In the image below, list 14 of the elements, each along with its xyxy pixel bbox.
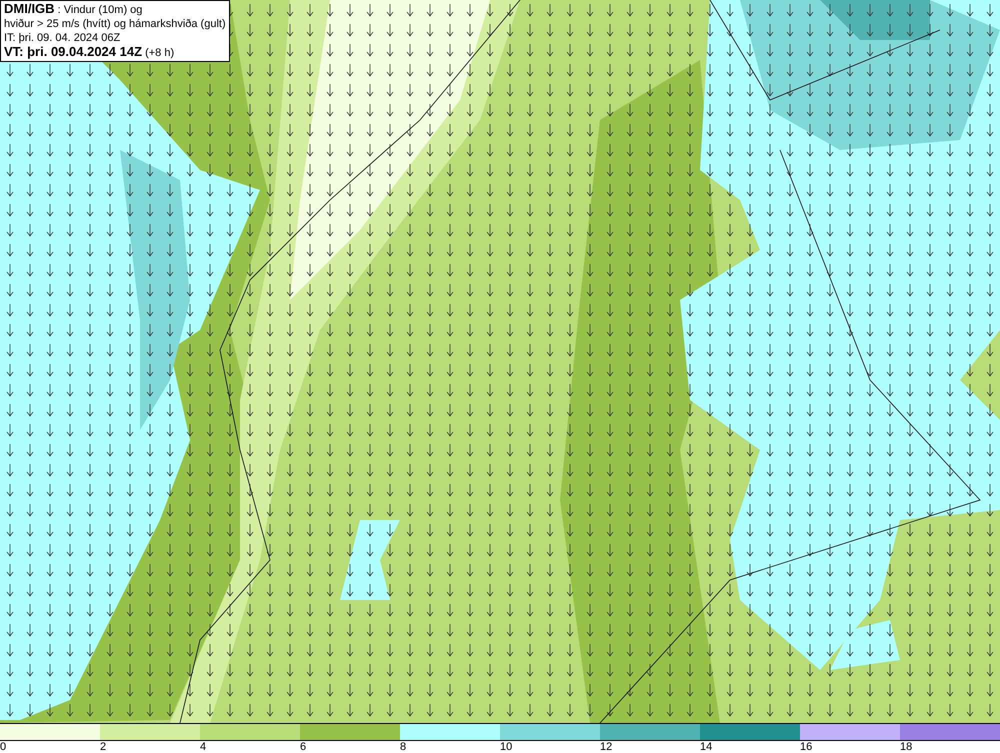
title-line: IT: þri. 09. 04. 2024 06Z xyxy=(4,31,122,45)
legend-tick-label: 16 xyxy=(800,741,812,753)
legend-tick-label: 12 xyxy=(600,741,612,753)
legend-tick-label: 4 xyxy=(200,741,206,753)
legend-tick-label: 8 xyxy=(400,741,406,753)
legend-tick-label: 6 xyxy=(300,741,306,753)
legend-tick-label: 0 xyxy=(0,741,6,753)
legend-tick-label: 14 xyxy=(700,741,712,753)
title-line: VT: þri. 09.04.2024 14Z (+8 h) xyxy=(4,45,176,60)
title-line: hviður > 25 m/s (hvítt) og hámarkshviða (gult) xyxy=(4,17,226,31)
title-line: DMI/IGB : Vindur (10m) og xyxy=(4,2,144,17)
legend-tick-label: 2 xyxy=(100,741,106,753)
legend-tick-label: 18 xyxy=(900,741,912,753)
legend-tick-label: 10 xyxy=(500,741,512,753)
